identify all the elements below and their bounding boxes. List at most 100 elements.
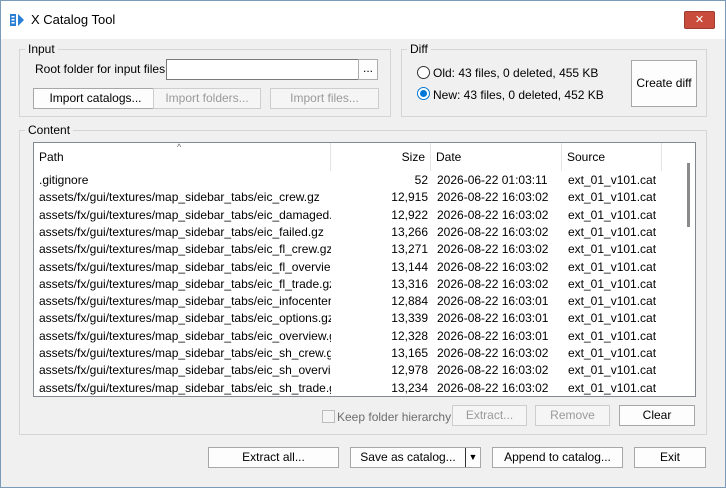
remove-button[interactable]: Remove [535,405,610,426]
cell-source: ext_01_v101.cat [568,190,657,205]
cell-path: assets/fx/gui/textures/map_sidebar_tabs/… [39,242,331,257]
table-row[interactable]: assets/fx/gui/textures/map_sidebar_tabs/… [34,380,679,396]
browse-button[interactable]: ... [358,59,378,80]
scrollbar-thumb[interactable] [687,163,690,227]
new-radio-label: New: 43 files, 0 deleted, 452 KB [433,88,604,102]
table-row[interactable]: assets/fx/gui/textures/map_sidebar_tabs/… [34,224,679,241]
table-row[interactable]: assets/fx/gui/textures/map_sidebar_tabs/… [34,207,679,224]
cell-source: ext_01_v101.cat [568,363,657,378]
table-row[interactable]: assets/fx/gui/textures/map_sidebar_tabs/… [34,293,679,310]
table-row[interactable]: assets/fx/gui/textures/map_sidebar_tabs/… [34,310,679,327]
content-group-label: Content [25,123,74,137]
list-header: ^ Path Size Date Source [34,143,679,171]
cell-date: 2026-08-22 16:03:02 [437,346,549,360]
cell-date: 2026-08-22 16:03:02 [437,242,549,257]
table-row[interactable]: assets/fx/gui/textures/map_sidebar_tabs/… [34,345,679,362]
cell-size: 52 [414,173,428,187]
column-header-date[interactable]: Date [431,143,562,171]
extract-all-button[interactable]: Extract all... [208,447,339,468]
cell-size: 13,339 [391,311,428,326]
create-diff-button[interactable]: Create diff [631,60,697,107]
cell-size: 12,978 [391,363,428,378]
vertical-scrollbar[interactable] [679,143,695,396]
cell-size: 13,234 [391,380,428,395]
cell-size: 12,915 [391,190,428,205]
cell-path: assets/fx/gui/textures/map_sidebar_tabs/… [39,311,331,326]
cell-path: assets/fx/gui/textures/map_sidebar_tabs/… [39,363,331,378]
table-row[interactable]: assets/fx/gui/textures/map_sidebar_tabs/… [34,189,679,206]
cell-date: 2026-08-22 16:03:02 [437,224,549,239]
column-header-size[interactable]: Size [331,143,431,171]
keep-hierarchy-checkbox[interactable] [322,410,335,423]
import-folders-button[interactable]: Import folders... [153,88,261,109]
import-catalogs-button[interactable]: Import catalogs... [33,88,158,109]
title-bar: X Catalog Tool ✕ [1,1,725,39]
window-title: X Catalog Tool [31,12,116,27]
input-group-label: Input [25,42,58,56]
clear-button[interactable]: Clear [619,405,695,426]
diff-group: Diff Old: 43 files, 0 deleted, 455 KB Ne… [401,42,707,117]
cell-size: 13,271 [391,242,428,257]
cell-date: 2026-08-22 16:03:02 [437,259,549,274]
close-button[interactable]: ✕ [684,11,715,29]
cell-path: assets/fx/gui/textures/map_sidebar_tabs/… [39,380,331,395]
keep-hierarchy-label: Keep folder hierarchy [337,410,452,424]
cell-path: assets/fx/gui/textures/map_sidebar_tabs/… [39,259,331,274]
diff-group-label: Diff [407,42,431,56]
cell-source: ext_01_v101.cat [568,173,657,187]
cell-source: ext_01_v101.cat [568,224,657,239]
cell-date: 2026-08-22 16:03:01 [437,294,549,309]
cell-date: 2026-08-22 16:03:02 [437,207,549,222]
cell-path: assets/fx/gui/textures/map_sidebar_tabs/… [39,207,331,222]
save-as-catalog-button[interactable]: Save as catalog... ▼ [350,447,481,468]
cell-path: assets/fx/gui/textures/map_sidebar_tabs/… [39,294,331,309]
cell-source: ext_01_v101.cat [568,242,657,257]
root-folder-input[interactable] [166,59,359,80]
cell-size: 13,266 [391,224,428,239]
old-radio-label: Old: 43 files, 0 deleted, 455 KB [433,66,599,80]
old-radio[interactable] [417,66,430,79]
content-list[interactable]: ^ Path Size Date Source .gitignore 52 2026… [33,142,696,397]
cell-source: ext_01_v101.cat [568,276,657,291]
column-header-source[interactable]: Source [562,143,662,171]
cell-path: assets/fx/gui/textures/map_sidebar_tabs/… [39,224,324,239]
table-row[interactable]: assets/fx/gui/textures/map_sidebar_tabs/… [34,276,679,293]
table-row[interactable]: assets/fx/gui/textures/map_sidebar_tabs/… [34,362,679,379]
table-row[interactable]: .gitignore 52 2026-06-22 01:03:11 ext_01_v1… [34,172,679,189]
cell-date: 2026-08-22 16:03:02 [437,190,549,205]
cell-path: assets/fx/gui/textures/map_sidebar_tabs/… [39,346,331,360]
extract-button[interactable]: Extract... [452,405,527,426]
table-row[interactable]: assets/fx/gui/textures/map_sidebar_tabs/… [34,241,679,258]
cell-date: 2026-08-22 16:03:01 [437,311,549,326]
cell-size: 13,144 [391,259,428,274]
cell-date: 2026-06-22 01:03:11 [437,173,548,187]
cell-size: 12,922 [391,207,428,222]
cell-source: ext_01_v101.cat [568,207,657,222]
cell-source: ext_01_v101.cat [568,328,657,343]
cell-source: ext_01_v101.cat [568,346,657,360]
new-radio[interactable] [417,87,430,100]
table-row[interactable]: assets/fx/gui/textures/map_sidebar_tabs/… [34,328,679,345]
cell-path: assets/fx/gui/textures/map_sidebar_tabs/… [39,276,331,291]
cell-size: 13,165 [391,346,428,360]
cell-source: ext_01_v101.cat [568,259,657,274]
cell-size: 13,316 [391,276,428,291]
input-group: Input Root folder for input files: ... I… [19,42,391,117]
cell-size: 12,328 [391,328,428,343]
exit-button[interactable]: Exit [634,447,706,468]
cell-date: 2026-08-22 16:03:01 [437,328,549,343]
cell-path: assets/fx/gui/textures/map_sidebar_tabs/… [39,328,331,343]
column-header-path[interactable]: Path [34,143,331,171]
root-folder-label: Root folder for input files: [35,62,169,76]
cell-source: ext_01_v101.cat [568,294,657,309]
cell-date: 2026-08-22 16:03:02 [437,276,549,291]
chevron-down-icon[interactable]: ▼ [465,448,480,467]
cell-source: ext_01_v101.cat [568,380,657,395]
table-row[interactable]: assets/fx/gui/textures/map_sidebar_tabs/… [34,259,679,276]
catalog-app-icon [10,14,24,26]
import-files-button[interactable]: Import files... [270,88,379,109]
save-as-catalog-label: Save as catalog... [360,450,456,464]
cell-path: assets/fx/gui/textures/map_sidebar_tabs/… [39,190,320,205]
append-to-catalog-button[interactable]: Append to catalog... [492,447,623,468]
main-window: X Catalog Tool ✕ Input Root folder for i… [0,0,726,488]
